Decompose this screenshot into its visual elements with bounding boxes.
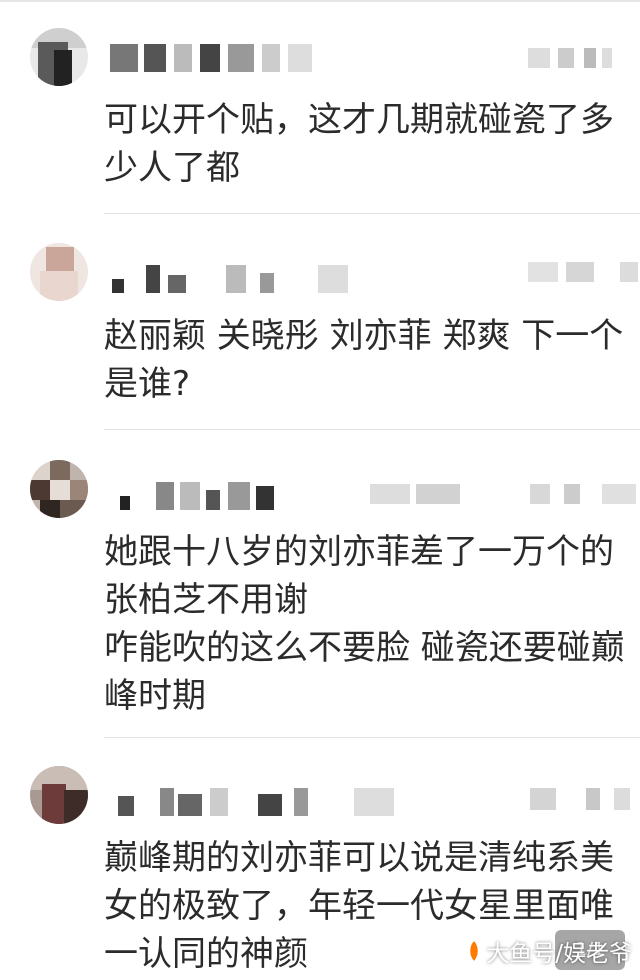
comment-line: 巅峰期的刘亦菲可以说是清纯系美 [104, 838, 614, 878]
comment-item: 巅峰期的刘亦菲可以说是清纯系美 女的极致了，年轻一代女星里面唯 一认同的神颜 [0, 0, 640, 980]
watermark-text: 大鱼号/娱老爷 [486, 941, 632, 967]
fish-icon [469, 938, 480, 964]
user-avatar[interactable] [30, 766, 88, 824]
timestamp-blurred [530, 788, 630, 810]
username-blurred[interactable] [104, 788, 404, 816]
watermark: 大鱼号/娱老爷 [466, 926, 632, 976]
comment-line: 女的极致了，年轻一代女星里面唯 [104, 886, 614, 926]
